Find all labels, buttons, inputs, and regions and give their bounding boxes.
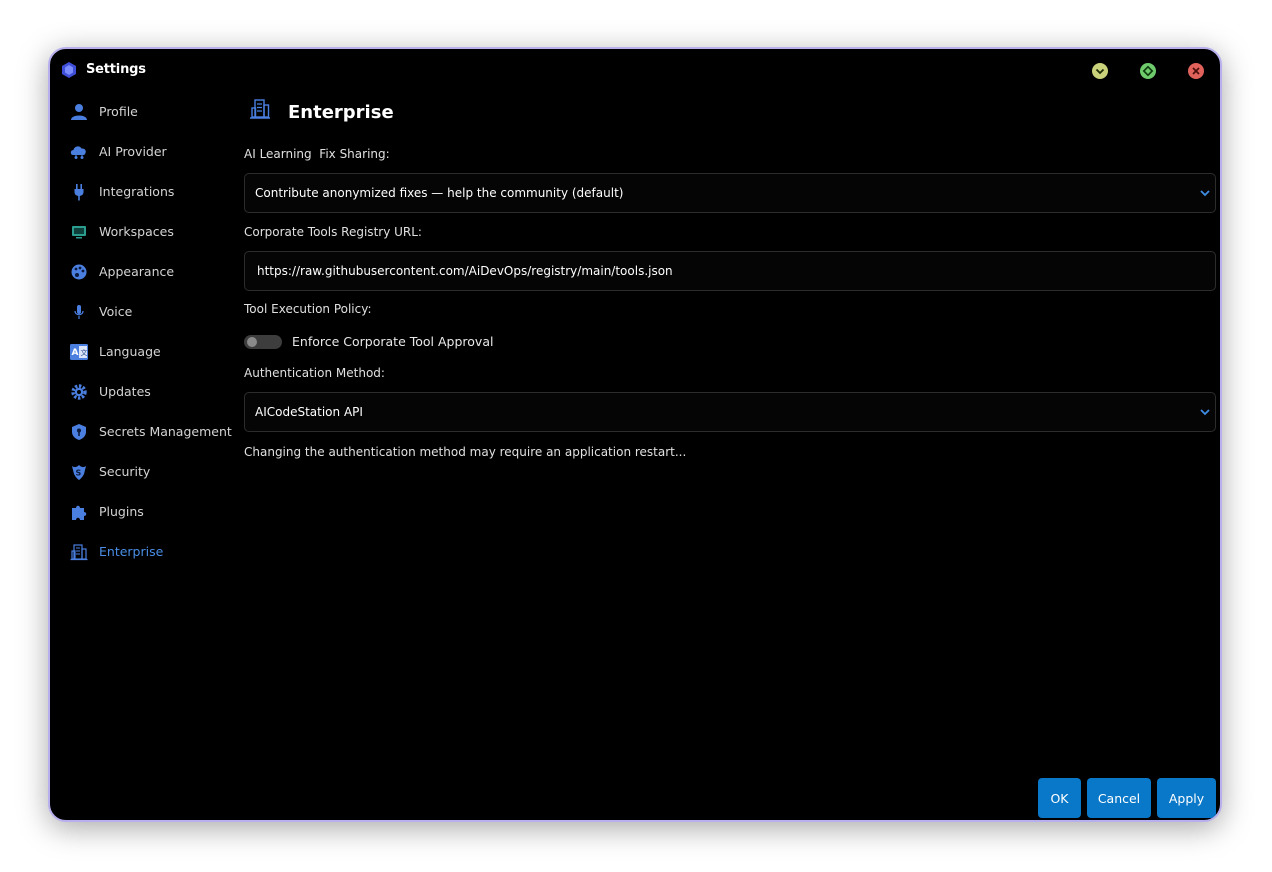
palette-icon <box>71 264 87 280</box>
svg-text:S: S <box>76 469 82 478</box>
close-icon <box>1192 67 1200 75</box>
gear-icon <box>71 384 87 400</box>
monitor-icon <box>72 226 86 239</box>
user-icon <box>71 104 87 120</box>
auth-method-label: Authentication Method: <box>244 366 385 380</box>
ai-learning-label: AI Learning Fix Sharing: <box>244 147 390 161</box>
puzzle-icon <box>72 505 87 520</box>
sidebar-item-plugins[interactable]: Plugins <box>50 492 240 532</box>
sidebar-item-secrets-management[interactable]: Secrets Management <box>50 412 240 452</box>
svg-text:文: 文 <box>81 348 88 357</box>
chevron-down-icon <box>1200 409 1210 416</box>
plug-icon <box>74 184 84 201</box>
sidebar-item-updates[interactable]: Updates <box>50 372 240 412</box>
toggle-knob <box>247 337 257 347</box>
close-button[interactable] <box>1188 63 1204 79</box>
sidebar-item-label: Secrets Management <box>99 424 232 439</box>
sidebar-item-label: Enterprise <box>99 544 164 559</box>
registry-url-label: Corporate Tools Registry URL: <box>244 225 422 239</box>
sidebar-item-label: Integrations <box>99 184 175 199</box>
security-icon: S <box>72 465 86 480</box>
sidebar-item-label: Appearance <box>99 264 175 279</box>
chevron-down-icon <box>1095 68 1105 75</box>
sidebar-item-label: Voice <box>99 304 133 319</box>
sidebar-item-label: Profile <box>99 104 138 119</box>
ai-learning-value: Contribute anonymized fixes — help the c… <box>255 186 624 200</box>
auth-method-select[interactable]: AICodeStation API <box>244 392 1216 432</box>
sidebar-item-profile[interactable]: Profile <box>50 92 240 132</box>
sidebar-item-workspaces[interactable]: Workspaces <box>50 212 240 252</box>
microphone-icon <box>74 305 84 319</box>
diamond-icon <box>1142 65 1154 77</box>
enforce-approval-label: Enforce Corporate Tool Approval <box>292 334 494 349</box>
ai-cloud-icon <box>70 146 86 159</box>
sidebar-item-label: Updates <box>99 384 151 399</box>
window-title: Settings <box>86 62 146 77</box>
sidebar-item-enterprise[interactable]: Enterprise <box>50 532 240 572</box>
sidebar-item-voice[interactable]: Voice <box>50 292 240 332</box>
maximize-button[interactable] <box>1140 63 1156 79</box>
sidebar-item-ai-provider[interactable]: AI Provider <box>50 132 240 172</box>
sidebar-item-security[interactable]: S Security <box>50 452 240 492</box>
title-bar: Settings <box>50 49 1220 89</box>
chevron-down-icon <box>1200 190 1210 197</box>
sidebar-item-label: AI Provider <box>99 144 167 159</box>
sidebar-item-label: Security <box>99 464 151 479</box>
ai-learning-select[interactable]: Contribute anonymized fixes — help the c… <box>244 173 1216 213</box>
tool-policy-label: Tool Execution Policy: <box>244 302 372 316</box>
sidebar-item-appearance[interactable]: Appearance <box>50 252 240 292</box>
building-icon <box>70 544 88 561</box>
page-title: Enterprise <box>288 102 394 123</box>
minimize-button[interactable] <box>1092 63 1108 79</box>
auth-restart-note: Changing the authentication method may r… <box>244 445 687 459</box>
ok-button[interactable]: OK <box>1038 778 1081 818</box>
sidebar-item-label: Plugins <box>99 504 144 519</box>
building-icon <box>250 99 270 119</box>
registry-url-input[interactable]: https://raw.githubusercontent.com/AiDevO… <box>244 251 1216 291</box>
sidebar-item-label: Workspaces <box>99 224 174 239</box>
sidebar-item-language[interactable]: A 文 Language <box>50 332 240 372</box>
translate-icon: A 文 <box>70 344 88 360</box>
registry-url-value: https://raw.githubusercontent.com/AiDevO… <box>257 264 673 278</box>
svg-text:A: A <box>72 348 79 358</box>
cancel-button[interactable]: Cancel <box>1087 778 1151 818</box>
settings-window: Settings Profile AI Provider Integration… <box>48 47 1222 822</box>
shield-key-icon <box>72 424 86 440</box>
auth-method-value: AICodeStation API <box>255 405 363 419</box>
app-hexagon-icon <box>62 62 76 78</box>
sidebar-item-label: Language <box>99 344 161 359</box>
sidebar-item-integrations[interactable]: Integrations <box>50 172 240 212</box>
enforce-approval-toggle[interactable] <box>244 335 282 349</box>
apply-button[interactable]: Apply <box>1157 778 1216 818</box>
